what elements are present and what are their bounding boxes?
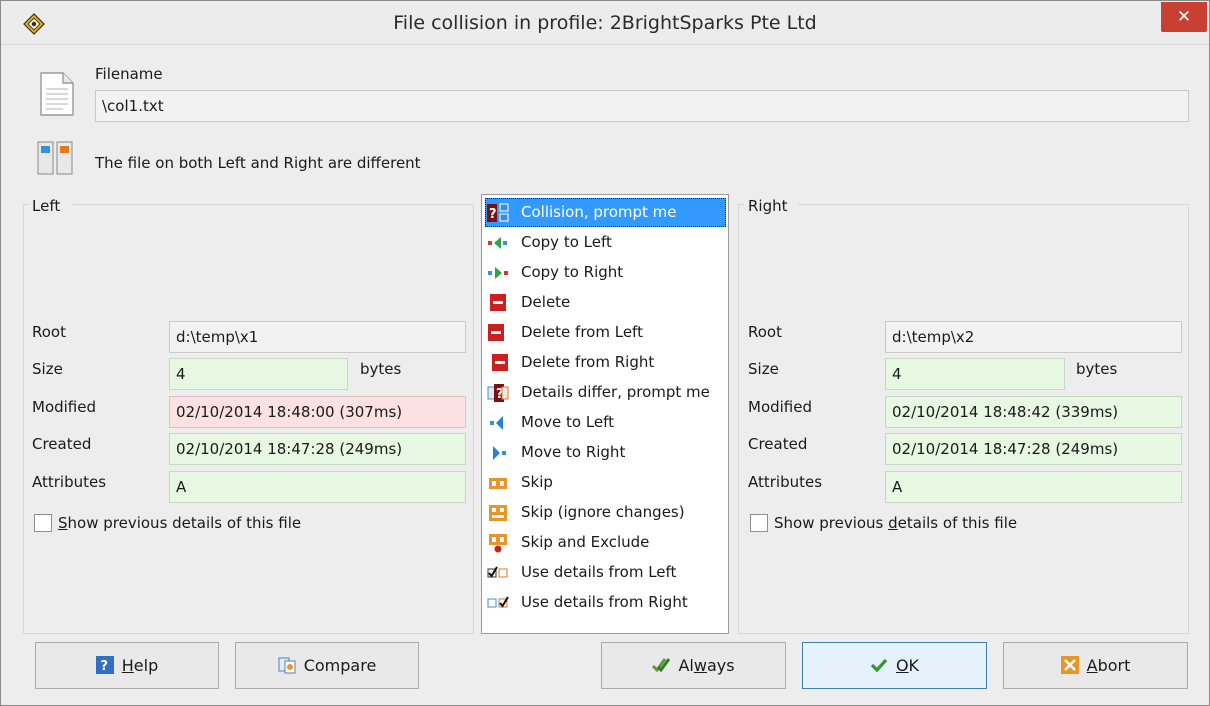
right-size-label: Size [748, 360, 779, 378]
delete-left-icon [488, 324, 504, 341]
action-item-copy-to-right[interactable]: Copy to Right [485, 258, 726, 287]
skip-icon [489, 478, 507, 489]
action-list[interactable]: ? Collision, prompt me Copy to Left Copy… [481, 194, 729, 634]
action-item-move-to-left[interactable]: Move to Left [485, 408, 726, 437]
compare-panes-icon [37, 141, 73, 175]
action-item-use-details-left[interactable]: Use details from Left [485, 558, 726, 587]
copy-left-icon [488, 237, 507, 249]
close-icon: ✕ [1176, 7, 1192, 27]
delete-icon [490, 294, 506, 311]
window-title: File collision in profile: 2BrightSparks… [393, 12, 817, 34]
collision-icon: ? [487, 203, 509, 222]
action-item-delete-from-right[interactable]: Delete from Right [485, 348, 726, 377]
left-modified-label: Modified [32, 398, 97, 416]
left-root-label: Root [32, 323, 66, 341]
action-item-delete[interactable]: Delete [485, 288, 726, 317]
right-bytes-label: bytes [1076, 360, 1118, 378]
left-attributes-label: Attributes [32, 473, 107, 491]
title-bar: File collision in profile: 2BrightSparks… [1, 1, 1209, 45]
right-show-previous-checkbox[interactable] [750, 514, 768, 532]
right-root-label: Root [748, 323, 782, 341]
right-created-label: Created [748, 435, 808, 453]
right-modified-field[interactable]: 02/10/2014 18:48:42 (339ms) [885, 396, 1182, 428]
abort-button[interactable]: Abort [1003, 642, 1188, 689]
compare-button[interactable]: Compare [235, 642, 419, 689]
left-modified-field[interactable]: 02/10/2014 18:48:00 (307ms) [169, 396, 466, 428]
action-item-skip-and-exclude[interactable]: Skip and Exclude [485, 528, 726, 557]
compare-icon [278, 657, 296, 674]
left-size-label: Size [32, 360, 63, 378]
right-attributes-label: Attributes [748, 473, 823, 491]
right-root-field[interactable]: d:\temp\x2 [885, 321, 1182, 353]
help-button[interactable]: ? Help [35, 642, 219, 689]
right-modified-label: Modified [748, 398, 813, 416]
filename-field[interactable]: \col1.txt [95, 90, 1189, 122]
action-item-skip[interactable]: Skip [485, 468, 726, 497]
action-item-use-details-right[interactable]: Use details from Right [485, 588, 726, 617]
move-left-icon [490, 416, 503, 430]
skip-exclude-icon [489, 534, 507, 553]
action-item-delete-from-left[interactable]: Delete from Left [485, 318, 726, 347]
right-size-field[interactable]: 4 [885, 358, 1065, 390]
delete-right-icon [492, 354, 508, 371]
use-left-icon [487, 566, 508, 578]
left-created-field[interactable]: 02/10/2014 18:47:28 (249ms) [169, 433, 466, 465]
svg-text:?: ? [489, 207, 497, 222]
file-icon [40, 72, 74, 116]
svg-text:?: ? [100, 659, 108, 674]
left-attributes-field[interactable]: A [169, 471, 466, 503]
abort-icon [1060, 656, 1079, 674]
right-show-previous-label[interactable]: Show previous details of this file [774, 514, 1017, 532]
close-button[interactable]: ✕ [1161, 2, 1207, 32]
details-differ-icon: ? [487, 384, 509, 402]
action-item-details-differ[interactable]: ? Details differ, prompt me [485, 378, 726, 407]
left-size-field[interactable]: 4 [169, 358, 348, 390]
action-item-skip-ignore-changes[interactable]: Skip (ignore changes) [485, 498, 726, 527]
double-check-icon [652, 658, 671, 673]
left-show-previous-label[interactable]: Show previous details of this file [58, 514, 301, 532]
left-created-label: Created [32, 435, 92, 453]
help-icon: ? [95, 656, 114, 674]
checkmark-icon [870, 658, 888, 673]
action-item-collision-prompt[interactable]: ? Collision, prompt me [485, 198, 726, 227]
ok-button[interactable]: OK [802, 642, 987, 689]
left-show-previous-checkbox[interactable] [34, 514, 52, 532]
status-text: The file on both Left and Right are diff… [95, 154, 421, 172]
copy-right-icon [488, 267, 508, 279]
left-root-field[interactable]: d:\temp\x1 [169, 321, 466, 353]
action-item-copy-to-left[interactable]: Copy to Left [485, 228, 726, 257]
use-right-icon [487, 596, 509, 608]
action-item-move-to-right[interactable]: Move to Right [485, 438, 726, 467]
move-right-icon [493, 446, 506, 460]
right-created-field[interactable]: 02/10/2014 18:47:28 (249ms) [885, 433, 1182, 465]
always-button[interactable]: Always [601, 642, 786, 689]
collision-dialog: File collision in profile: 2BrightSparks… [0, 0, 1210, 706]
left-bytes-label: bytes [360, 360, 402, 378]
skip-ignore-icon [489, 505, 507, 521]
right-attributes-field[interactable]: A [885, 471, 1182, 503]
filename-label: Filename [95, 65, 163, 83]
